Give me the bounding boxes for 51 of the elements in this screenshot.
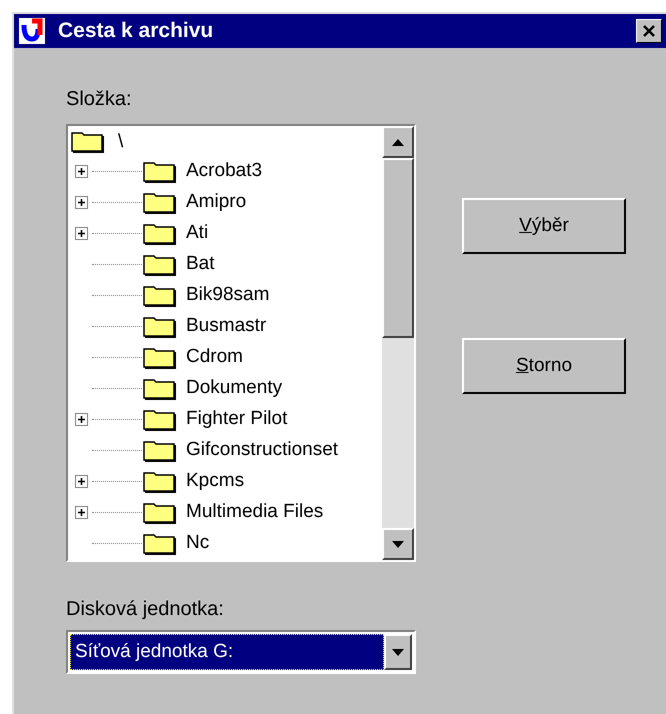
tree-item[interactable]: Nc [186, 529, 210, 558]
expand-icon[interactable] [74, 475, 88, 488]
expand-icon[interactable] [74, 196, 88, 209]
folder-icon [142, 438, 178, 462]
folder-icon [142, 532, 178, 556]
up-arrow-icon [392, 138, 404, 146]
tree-item[interactable]: Bik98sam [186, 281, 270, 310]
tree-item[interactable]: Ati [186, 219, 208, 248]
expand-icon[interactable] [74, 165, 88, 178]
down-arrow-icon [392, 540, 404, 548]
folder-icon [142, 160, 178, 184]
select-value: Síťová jednotka G: [70, 634, 384, 670]
close-button[interactable] [636, 19, 662, 43]
tree-item[interactable]: Multimedia Files [186, 498, 324, 527]
scroll-down-button[interactable] [382, 528, 414, 560]
folder-icon [142, 408, 178, 432]
expand-icon[interactable] [74, 413, 88, 426]
down-arrow-icon [392, 648, 404, 656]
folder-label: Složka: [66, 87, 133, 112]
folder-icon [142, 314, 178, 338]
dialog-button[interactable]: Výběr [462, 198, 626, 254]
close-icon [642, 24, 656, 38]
app-icon [18, 17, 46, 45]
expand-icon[interactable] [74, 506, 88, 519]
scroll-thumb[interactable] [382, 158, 414, 338]
drive-select[interactable]: Síťová jednotka G: [66, 630, 416, 674]
scroll-up-button[interactable] [382, 126, 414, 158]
window-title: Cesta k archivu [58, 18, 214, 44]
tree-item[interactable]: Amipro [186, 188, 246, 217]
tree-item[interactable]: Bat [186, 250, 215, 279]
folder-icon [142, 222, 178, 246]
tree-item[interactable]: \ [118, 128, 124, 156]
expand-icon[interactable] [74, 227, 88, 240]
dropdown-button[interactable] [384, 634, 412, 670]
folder-icon [142, 470, 178, 494]
folder-icon [142, 252, 178, 276]
tree-item[interactable]: Gifconstructionset [186, 436, 338, 465]
tree-item[interactable]: Busmastr [186, 312, 266, 341]
drive-label: Disková jednotka: [66, 597, 225, 622]
folder-icon [142, 284, 178, 308]
folder-icon [142, 500, 178, 524]
folder-icon [70, 130, 106, 154]
dialog-button[interactable]: Storno [462, 338, 626, 394]
folder-icon [142, 346, 178, 370]
tree-item[interactable]: Acrobat3 [186, 157, 262, 186]
folder-icon [142, 376, 178, 400]
folder-icon [142, 190, 178, 214]
tree-item[interactable]: Cdrom [186, 343, 244, 372]
tree-item[interactable]: Dokumenty [186, 374, 282, 403]
tree-item[interactable]: Kpcms [186, 467, 244, 496]
tree-item[interactable]: Fighter Pilot [186, 405, 288, 434]
